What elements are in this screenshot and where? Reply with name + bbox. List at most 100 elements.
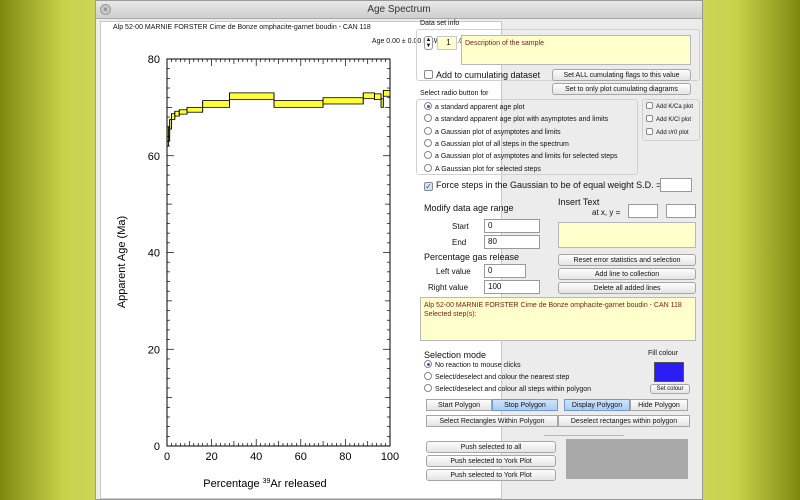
data-set-info-label: Data set info xyxy=(420,20,460,27)
end-age-input[interactable]: 80 xyxy=(484,235,540,249)
end-label: End xyxy=(452,238,467,247)
extra-plot-label: Add K/Cl plot xyxy=(656,117,692,123)
delete-lines-button[interactable]: Delete all added lines xyxy=(558,282,696,294)
left-value-label: Left value xyxy=(436,267,471,276)
plot-type-heading: Select radio button for xyxy=(420,90,489,97)
selection-mode-option[interactable]: No reaction to mouse clicks xyxy=(424,360,521,371)
age-range-heading: Modify data age range xyxy=(424,203,514,213)
radio-icon[interactable] xyxy=(424,163,432,172)
x-tick-label: 60 xyxy=(295,451,307,463)
right-value-label: Right value xyxy=(428,283,469,292)
chart-ticks: 0 20 40 60 80 100 0 20 40 60 80 xyxy=(148,54,399,463)
radio-icon[interactable] xyxy=(424,138,432,147)
selection-mode-option[interactable]: Select/deselect and colour all steps wit… xyxy=(424,384,591,395)
push-to-all-button[interactable]: Push selected to all xyxy=(426,441,556,453)
select-rectangles-button[interactable]: Select Rectangles Within Polygon xyxy=(426,415,558,427)
insert-x-input[interactable] xyxy=(628,204,658,218)
reset-error-button[interactable]: Reset error statistics and selection xyxy=(558,254,696,266)
plot-type-option-label: A Gaussian plot for selected steps xyxy=(435,165,541,173)
radio-icon[interactable] xyxy=(424,151,432,160)
preview-box xyxy=(566,439,688,479)
radio-icon[interactable] xyxy=(424,384,432,392)
spectrum-step xyxy=(174,110,180,117)
age-spectrum-window: × Age Spectrum Alp 52-00 MARNIE FORSTER … xyxy=(95,0,703,500)
fill-colour-label: Fill colour xyxy=(648,350,678,357)
gas-release-heading: Percentage gas release xyxy=(424,252,520,262)
plot-type-option-label: a Gaussian plot of all steps in the spec… xyxy=(435,140,569,148)
radio-icon[interactable] xyxy=(424,372,432,380)
checkbox-icon[interactable] xyxy=(646,128,653,135)
y-tick-label: 80 xyxy=(148,54,160,66)
checkbox-icon[interactable] xyxy=(424,70,433,79)
radio-icon[interactable] xyxy=(424,114,432,123)
insert-coords-label: at x, y = xyxy=(592,208,621,217)
spectrum-step xyxy=(178,109,188,115)
start-polygon-button[interactable]: Start Polygon xyxy=(426,399,492,411)
extra-plot-label: Add K/Ca plot xyxy=(656,104,694,110)
selection-mode-option[interactable]: Select/deselect and colour the nearest s… xyxy=(424,372,569,383)
plot-type-option[interactable]: a Gaussian plot of all steps in the spec… xyxy=(424,138,569,150)
sample-number[interactable]: 1 xyxy=(437,36,457,50)
radio-icon[interactable] xyxy=(424,360,432,368)
deselect-rectangles-button[interactable]: Deselect rectanges within polygon xyxy=(558,415,690,427)
plot-type-option-label: a Gaussian plot of asymptotes and limits… xyxy=(435,153,618,161)
plot-frame xyxy=(166,58,391,447)
display-polygon-button[interactable]: Display Polygon xyxy=(564,399,630,411)
spectrum-step xyxy=(171,113,176,120)
set-only-cumulating-button[interactable]: Set to only plot cumulating diagrams xyxy=(552,83,691,95)
y-tick-label: 20 xyxy=(148,344,160,356)
add-line-button[interactable]: Add line to collection xyxy=(558,268,696,280)
left-value-input[interactable]: 0 xyxy=(484,264,526,278)
push-to-york-button[interactable]: Push selected to York Plot xyxy=(426,455,556,467)
y-tick-label: 60 xyxy=(148,151,160,163)
insert-y-input[interactable] xyxy=(666,204,696,218)
extra-plot-checkbox[interactable]: Add K/Cl plot xyxy=(646,115,691,126)
sample-stepper[interactable]: ▲ ▼ xyxy=(424,36,433,50)
start-age-input[interactable]: 0 xyxy=(484,219,540,233)
x-axis-label: Percentage 39Ar released xyxy=(203,478,326,490)
stop-polygon-button[interactable]: Stop Polygon xyxy=(492,399,558,411)
extra-plot-checkbox[interactable]: Add r/r0 plot xyxy=(646,128,689,139)
force-steps-checkbox[interactable]: ✓ Force steps in the Gaussian to be of eq… xyxy=(424,180,661,191)
window-titlebar: × Age Spectrum xyxy=(96,1,702,19)
radio-icon[interactable] xyxy=(424,102,432,110)
spectrum-step xyxy=(373,93,382,101)
set-colour-button[interactable]: Set colour xyxy=(650,384,690,394)
set-all-cumulating-button[interactable]: Set ALL cumulating flags to this value xyxy=(552,69,691,81)
add-cumulating-checkbox[interactable]: Add to cumulating dataset xyxy=(424,70,540,80)
plot-type-option[interactable]: a Gaussian plot of asymptotes and limits xyxy=(424,126,561,138)
selected-steps-field[interactable]: Alp 52-00 MARNIE FORSTER Cime de Bonze o… xyxy=(420,297,696,341)
spectrum-step xyxy=(229,92,275,101)
push-to-york-button-2[interactable]: Push selected to York Plot xyxy=(426,469,556,481)
plot-type-option[interactable]: a standard apparent age plot xyxy=(424,102,525,113)
insert-text-heading: Insert Text xyxy=(558,197,600,207)
add-cumulating-label: Add to cumulating dataset xyxy=(436,70,541,80)
extra-plot-checkbox[interactable]: Add K/Ca plot xyxy=(646,102,693,113)
radio-icon[interactable] xyxy=(424,126,432,135)
spectrum-step xyxy=(322,97,364,105)
spectrum-step xyxy=(273,100,324,108)
force-steps-sd-input[interactable] xyxy=(660,178,692,192)
hide-polygon-button[interactable]: Hide Polygon xyxy=(630,399,688,411)
plot-type-option-label: a Gaussian plot of asymptotes and limits xyxy=(435,128,561,136)
plot-type-option[interactable]: a Gaussian plot of asymptotes and limits… xyxy=(424,151,617,162)
description-field[interactable]: Description of the sample xyxy=(461,35,691,65)
extra-plot-label: Add r/r0 plot xyxy=(656,130,689,136)
chart-axes xyxy=(166,58,391,447)
plot-type-option-label: a standard apparent age plot with asympt… xyxy=(435,116,609,124)
controls-panel: Data set info ▲ ▼ 1 Description of the sa… xyxy=(414,19,704,499)
checkbox-icon[interactable] xyxy=(646,102,653,109)
fill-colour-swatch[interactable] xyxy=(654,362,684,382)
spectrum-step xyxy=(186,106,204,113)
x-tick-label: 20 xyxy=(205,451,217,463)
insert-text-field[interactable] xyxy=(558,222,696,248)
force-steps-label: Force steps in the Gaussian to be of equ… xyxy=(436,180,662,190)
window-title: Age Spectrum xyxy=(367,4,431,15)
right-value-input[interactable]: 100 xyxy=(484,280,540,294)
y-axis-label: Apparent Age (Ma) xyxy=(116,216,128,308)
plot-type-option[interactable]: a standard apparent age plot with asympt… xyxy=(424,114,608,125)
checkmark-icon[interactable]: ✓ xyxy=(424,182,433,191)
plot-type-option[interactable]: A Gaussian plot for selected steps xyxy=(424,163,541,175)
checkbox-icon[interactable] xyxy=(646,115,653,122)
close-icon[interactable]: × xyxy=(100,4,111,15)
